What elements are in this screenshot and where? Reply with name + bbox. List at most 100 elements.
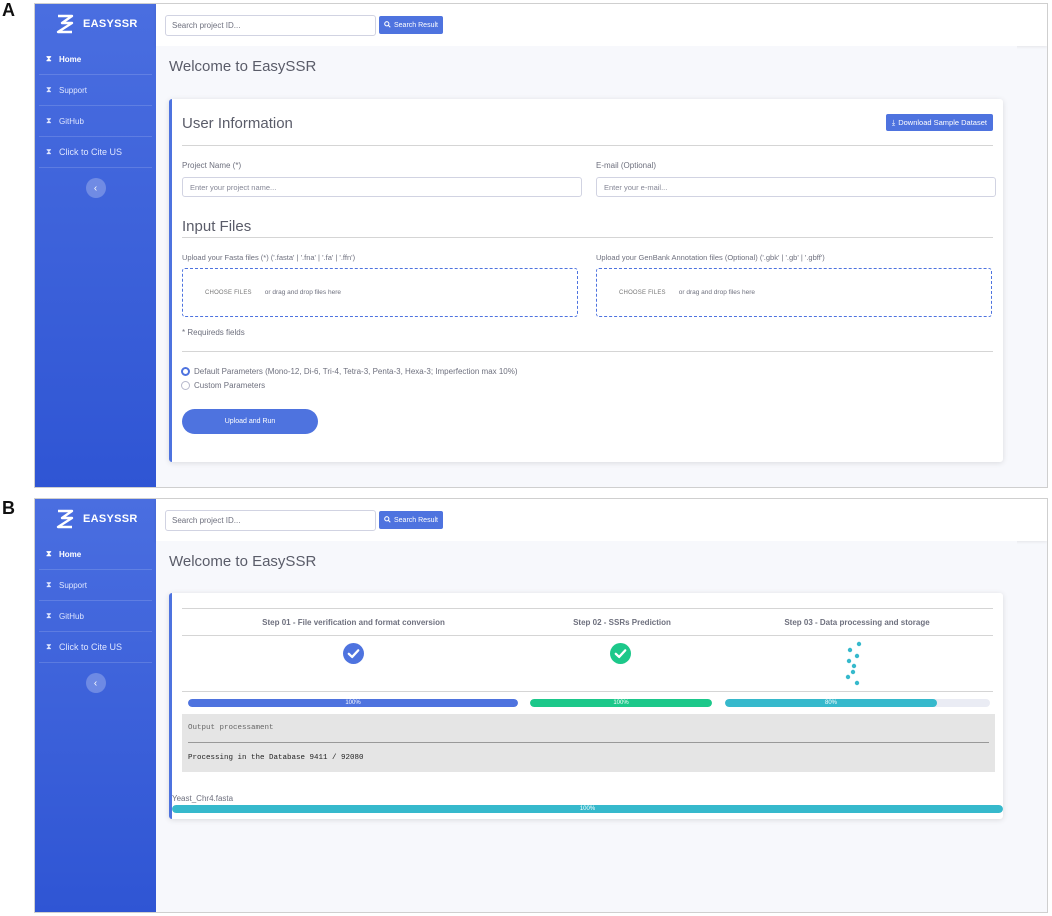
- divider: [188, 742, 989, 743]
- topbar: Search project ID... Search Result: [156, 499, 1047, 541]
- search-result-button[interactable]: Search Result: [379, 511, 443, 529]
- check-circle-icon: [343, 643, 364, 669]
- default-params-option[interactable]: Default Parameters (Mono-12, Di-6, Tri-4…: [181, 367, 518, 376]
- chevron-left-icon: ‹: [93, 182, 98, 194]
- loading-spinner-icon: [845, 641, 865, 692]
- sidebar-item-label: GitHub: [59, 611, 84, 621]
- hourglass-icon: ⧗: [46, 549, 52, 558]
- sidebar: EASYSSR ⧗ Home ⧗ Support ⧗ GitHub ⧗ Clic…: [35, 499, 156, 912]
- genbank-dropzone[interactable]: CHOOSE FILES or drag and drop files here: [596, 268, 992, 317]
- search-button-label: Search Result: [394, 21, 438, 29]
- search-result-button[interactable]: Search Result: [379, 16, 443, 34]
- step-1-progress-fill: 100%: [188, 699, 518, 707]
- sidebar-item-label: GitHub: [59, 116, 84, 126]
- sidebar-item-label: Click to Cite US: [59, 147, 123, 157]
- search-button-label: Search Result: [394, 516, 438, 524]
- hourglass-icon: ⧗: [46, 54, 52, 63]
- brand[interactable]: EASYSSR: [35, 499, 156, 539]
- custom-params-label: Custom Parameters: [194, 381, 266, 390]
- project-name-input[interactable]: Enter your project name...: [182, 177, 582, 197]
- file-progress-fill: 100%: [172, 805, 1003, 813]
- hourglass-icon: ⧗: [46, 116, 52, 125]
- output-text: Processing in the Database 9411 / 92080: [188, 754, 364, 762]
- topbar: Search project ID... Search Result: [156, 4, 1047, 46]
- divider: [182, 145, 993, 146]
- step-1-progress-bar: 100%: [188, 699, 518, 707]
- output-console: Output processament Processing in the Da…: [182, 714, 995, 772]
- easyssr-logo-icon: [55, 14, 75, 34]
- sidebar-item-label: Support: [59, 580, 88, 590]
- screen-a: EASYSSR ⧗ Home ⧗ Support ⧗ GitHub ⧗ Clic…: [34, 3, 1048, 488]
- sidebar-item-github[interactable]: ⧗ GitHub: [39, 106, 152, 137]
- sidebar-collapse-button[interactable]: ‹: [85, 178, 106, 198]
- choose-files-button[interactable]: CHOOSE FILES: [205, 290, 252, 296]
- drag-drop-hint: or drag and drop files here: [678, 289, 755, 296]
- step-1-title: Step 01 - File verification and format c…: [262, 618, 445, 627]
- email-label: E-mail (Optional): [596, 161, 657, 170]
- input-files-title: Input Files: [182, 218, 252, 235]
- brand-name: EASYSSR: [83, 513, 138, 525]
- sidebar: EASYSSR ⧗ Home ⧗ Support ⧗ GitHub ⧗ Clic…: [35, 4, 156, 487]
- main-content: Welcome to EasySSR Step 01 - File verifi…: [156, 541, 1017, 912]
- step-2-progress-fill: 100%: [530, 699, 712, 707]
- download-button-label: Download Sample Dataset: [898, 118, 987, 127]
- chevron-left-icon: ‹: [93, 677, 98, 689]
- hourglass-icon: ⧗: [46, 611, 52, 620]
- sidebar-item-support[interactable]: ⧗ Support: [39, 75, 152, 106]
- hourglass-icon: ⧗: [46, 147, 52, 156]
- download-sample-button[interactable]: ⤓ Download Sample Dataset: [885, 114, 993, 131]
- divider: [182, 691, 993, 692]
- search-input[interactable]: Search project ID...: [165, 509, 376, 531]
- page-title: Welcome to EasySSR: [169, 553, 317, 570]
- search-input[interactable]: Search project ID...: [165, 14, 376, 36]
- divider: [182, 635, 993, 636]
- fasta-upload-label: Upload your Fasta files (*) ('.fasta' | …: [182, 253, 356, 262]
- panel-label-b: B: [2, 498, 15, 518]
- drag-drop-hint: or drag and drop files here: [264, 289, 341, 296]
- project-name-label: Project Name (*): [182, 161, 242, 170]
- choose-files-button[interactable]: CHOOSE FILES: [619, 290, 666, 296]
- hourglass-icon: ⧗: [46, 85, 52, 94]
- sidebar-item-home[interactable]: ⧗ Home: [39, 539, 152, 570]
- sidebar-item-github[interactable]: ⧗ GitHub: [39, 601, 152, 632]
- file-progress-bar: 100%: [172, 805, 1003, 813]
- sidebar-item-support[interactable]: ⧗ Support: [39, 570, 152, 601]
- divider: [182, 608, 993, 609]
- upload-form-card: User Information ⤓ Download Sample Datas…: [169, 99, 1003, 462]
- upload-and-run-button[interactable]: Upload and Run: [182, 409, 318, 434]
- check-circle-icon: [610, 643, 631, 669]
- progress-card: Step 01 - File verification and format c…: [169, 593, 1003, 819]
- hourglass-icon: ⧗: [46, 642, 52, 651]
- sidebar-item-label: Home: [59, 549, 82, 559]
- brand[interactable]: EASYSSR: [35, 4, 156, 44]
- step-3-progress-bar: 80%: [725, 699, 990, 707]
- user-info-title: User Information: [182, 115, 293, 132]
- sidebar-item-cite[interactable]: ⧗ Click to Cite US: [39, 137, 152, 168]
- panel-label-a: A: [2, 0, 15, 20]
- sidebar-item-cite[interactable]: ⧗ Click to Cite US: [39, 632, 152, 663]
- divider: [182, 351, 993, 352]
- sidebar-collapse-button[interactable]: ‹: [85, 673, 106, 693]
- file-name-label: Yeast_Chr4.fasta: [172, 794, 234, 803]
- easyssr-logo-icon: [55, 509, 75, 529]
- output-header: Output processament: [188, 724, 274, 732]
- search-icon: [384, 515, 391, 525]
- step-2-progress-bar: 100%: [530, 699, 712, 707]
- brand-name: EASYSSR: [83, 18, 138, 30]
- fasta-dropzone[interactable]: CHOOSE FILES or drag and drop files here: [182, 268, 578, 317]
- required-fields-note: * Requireds fields: [182, 328, 245, 337]
- sidebar-item-label: Support: [59, 85, 88, 95]
- genbank-upload-label: Upload your GenBank Annotation files (Op…: [596, 253, 825, 262]
- divider: [182, 237, 993, 238]
- step-2-title: Step 02 - SSRs Prediction: [573, 618, 671, 627]
- radio-selected[interactable]: [181, 367, 190, 376]
- sidebar-item-label: Home: [59, 54, 82, 64]
- radio-unselected[interactable]: [181, 381, 190, 390]
- hourglass-icon: ⧗: [46, 580, 52, 589]
- custom-params-option[interactable]: Custom Parameters: [181, 381, 265, 390]
- email-input[interactable]: Enter your e-mail...: [596, 177, 996, 197]
- sidebar-item-label: Click to Cite US: [59, 642, 123, 652]
- screen-b: EASYSSR ⧗ Home ⧗ Support ⧗ GitHub ⧗ Clic…: [34, 498, 1048, 913]
- search-icon: [384, 20, 391, 30]
- sidebar-item-home[interactable]: ⧗ Home: [39, 44, 152, 75]
